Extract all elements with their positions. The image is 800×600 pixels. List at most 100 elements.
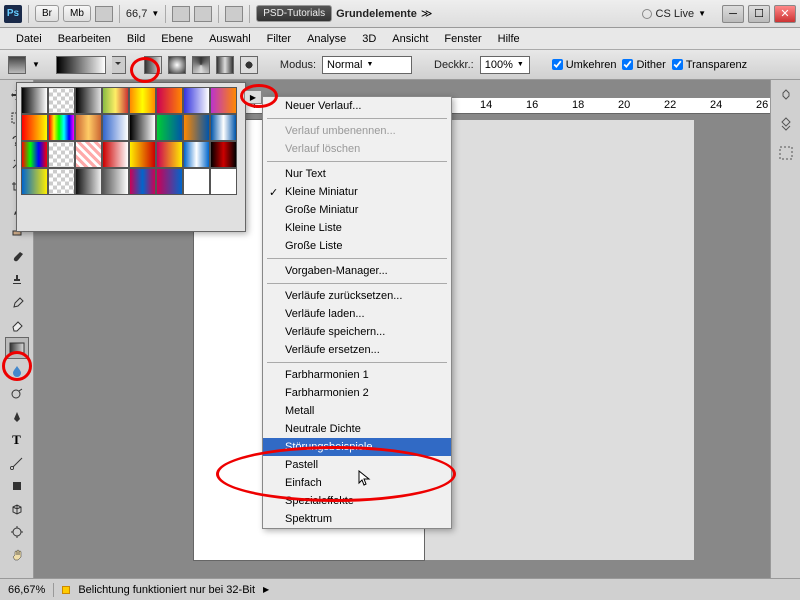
- gradient-swatch[interactable]: [156, 114, 183, 141]
- diamond-gradient-button[interactable]: [240, 56, 258, 74]
- gradient-swatch[interactable]: [75, 141, 102, 168]
- gradient-swatch[interactable]: [21, 114, 48, 141]
- menu-item[interactable]: Neuer Verlauf...: [263, 97, 451, 115]
- linear-gradient-button[interactable]: [144, 56, 162, 74]
- gradient-swatch[interactable]: [102, 114, 129, 141]
- menu-bild[interactable]: Bild: [119, 31, 153, 47]
- view-button[interactable]: [172, 6, 190, 22]
- pen-tool[interactable]: [5, 406, 29, 428]
- gradient-swatch[interactable]: [129, 141, 156, 168]
- type-tool[interactable]: T: [5, 429, 29, 451]
- gradient-swatch[interactable]: [48, 87, 75, 114]
- hand-tool[interactable]: [5, 544, 29, 566]
- history-brush-tool[interactable]: [5, 291, 29, 313]
- menu-item[interactable]: Farbharmonien 2: [263, 384, 451, 402]
- gradient-swatch[interactable]: [183, 168, 210, 195]
- cslive-label[interactable]: CS Live: [656, 8, 695, 20]
- gradient-flyout-button[interactable]: [244, 90, 262, 104]
- gradient-swatch[interactable]: [156, 141, 183, 168]
- 3d-tool[interactable]: [5, 498, 29, 520]
- menu-item[interactable]: Spektrum: [263, 510, 451, 528]
- menu-item[interactable]: Spezialeffekte: [263, 492, 451, 510]
- dodge-tool[interactable]: [5, 383, 29, 405]
- menu-filter[interactable]: Filter: [259, 31, 299, 47]
- menu-hilfe[interactable]: Hilfe: [490, 31, 528, 47]
- gradient-swatch[interactable]: [75, 114, 102, 141]
- gradient-swatch[interactable]: [183, 87, 210, 114]
- screen-button[interactable]: [194, 6, 212, 22]
- workspace-button[interactable]: PSD-Tutorials: [256, 5, 332, 22]
- gradient-dropdown-button[interactable]: [112, 56, 126, 74]
- doc-label[interactable]: Grundelemente: [336, 8, 417, 20]
- gradient-swatch[interactable]: [48, 141, 75, 168]
- gradient-swatch[interactable]: [48, 168, 75, 195]
- gradient-swatch[interactable]: [21, 141, 48, 168]
- gradient-swatch[interactable]: [102, 87, 129, 114]
- menu-item[interactable]: Kleine Liste: [263, 219, 451, 237]
- gradient-swatch[interactable]: [102, 141, 129, 168]
- menu-bearbeiten[interactable]: Bearbeiten: [50, 31, 119, 47]
- bridge-button[interactable]: Br: [35, 5, 59, 22]
- top-icon[interactable]: [95, 6, 113, 22]
- gradient-swatch[interactable]: [129, 114, 156, 141]
- menu-item[interactable]: Farbharmonien 1: [263, 366, 451, 384]
- gradient-preview[interactable]: [56, 56, 106, 74]
- panel-icon[interactable]: [777, 144, 795, 162]
- gradient-swatch[interactable]: [210, 87, 237, 114]
- chevron-right-icon[interactable]: ≫: [421, 7, 433, 20]
- minibridge-button[interactable]: Mb: [63, 5, 91, 22]
- menu-auswahl[interactable]: Auswahl: [201, 31, 259, 47]
- tool-preset-icon[interactable]: [8, 56, 26, 74]
- menu-analyse[interactable]: Analyse: [299, 31, 354, 47]
- panel-icon[interactable]: [777, 116, 795, 134]
- close-button[interactable]: ✕: [774, 5, 796, 23]
- status-zoom[interactable]: 66,67%: [8, 584, 45, 596]
- menu-3d[interactable]: 3D: [354, 31, 384, 47]
- reflected-gradient-button[interactable]: [216, 56, 234, 74]
- gradient-swatch[interactable]: [129, 168, 156, 195]
- menu-item[interactable]: Verläufe zurücksetzen...: [263, 287, 451, 305]
- gradient-swatch[interactable]: [183, 141, 210, 168]
- umkehren-checkbox[interactable]: Umkehren: [552, 59, 617, 71]
- menu-item[interactable]: Verläufe ersetzen...: [263, 341, 451, 359]
- gradient-tool[interactable]: [5, 337, 29, 359]
- gradient-swatch[interactable]: [210, 168, 237, 195]
- gradient-swatch[interactable]: [210, 114, 237, 141]
- gradient-swatch[interactable]: [21, 168, 48, 195]
- radial-gradient-button[interactable]: [168, 56, 186, 74]
- panel-icon[interactable]: [777, 88, 795, 106]
- menu-item[interactable]: Verläufe speichern...: [263, 323, 451, 341]
- dither-checkbox[interactable]: Dither: [622, 59, 665, 71]
- menu-item[interactable]: Metall: [263, 402, 451, 420]
- menu-item[interactable]: Vorgaben-Manager...: [263, 262, 451, 280]
- maximize-button[interactable]: ☐: [748, 5, 770, 23]
- menu-item[interactable]: Neutrale Dichte: [263, 420, 451, 438]
- modus-dropdown[interactable]: Normal: [322, 56, 412, 74]
- angle-gradient-button[interactable]: [192, 56, 210, 74]
- zoom-value[interactable]: 66,7: [126, 8, 147, 20]
- 3d-camera-tool[interactable]: [5, 521, 29, 543]
- brush-tool[interactable]: [5, 245, 29, 267]
- menu-item[interactable]: Störungsbeispiele: [263, 438, 451, 456]
- menu-item[interactable]: Pastell: [263, 456, 451, 474]
- gradient-swatch[interactable]: [21, 87, 48, 114]
- menu-item[interactable]: Einfach: [263, 474, 451, 492]
- stamp-tool[interactable]: [5, 268, 29, 290]
- gradient-swatch[interactable]: [183, 114, 210, 141]
- gradient-swatch[interactable]: [75, 168, 102, 195]
- eraser-tool[interactable]: [5, 314, 29, 336]
- blur-tool[interactable]: [5, 360, 29, 382]
- arrange-button[interactable]: [225, 6, 243, 22]
- menu-item[interactable]: Kleine Miniatur: [263, 183, 451, 201]
- path-tool[interactable]: [5, 452, 29, 474]
- menu-item[interactable]: Große Miniatur: [263, 201, 451, 219]
- menu-ansicht[interactable]: Ansicht: [384, 31, 436, 47]
- gradient-swatch[interactable]: [156, 168, 183, 195]
- menu-fenster[interactable]: Fenster: [436, 31, 489, 47]
- menu-ebene[interactable]: Ebene: [153, 31, 201, 47]
- menu-item[interactable]: Große Liste: [263, 237, 451, 255]
- menu-datei[interactable]: Datei: [8, 31, 50, 47]
- menu-item[interactable]: Verläufe laden...: [263, 305, 451, 323]
- gradient-swatch[interactable]: [48, 114, 75, 141]
- gradient-swatch[interactable]: [102, 168, 129, 195]
